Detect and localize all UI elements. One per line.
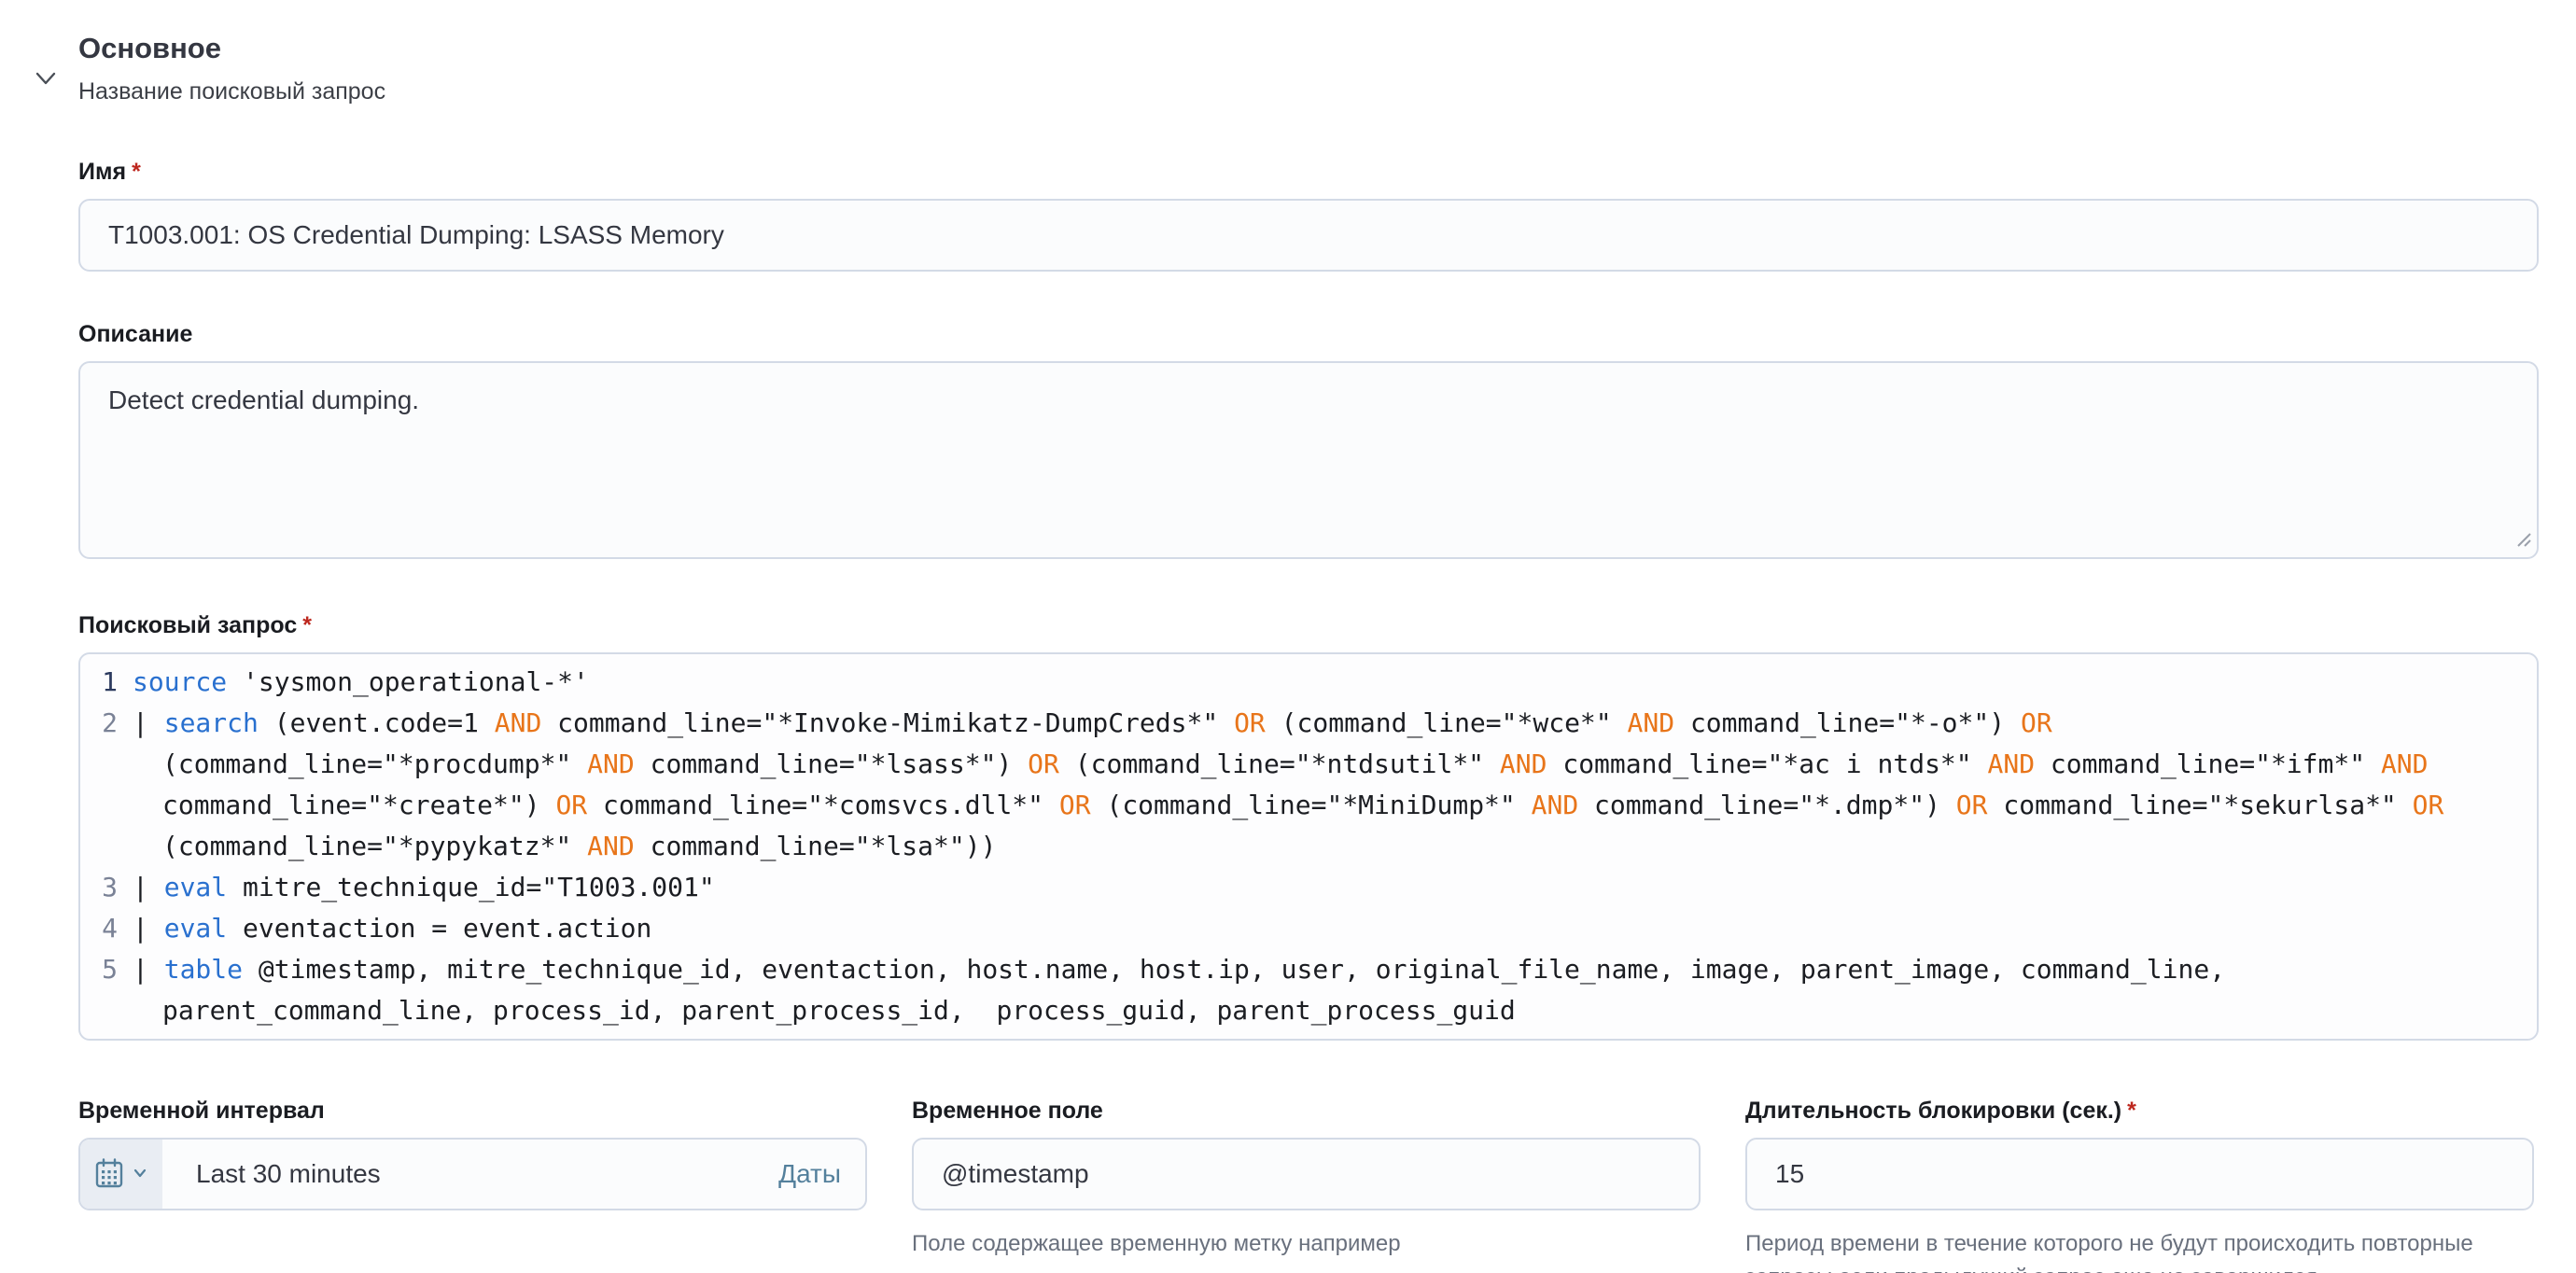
query-editor[interactable]: 1source 'sysmon_operational-*'2| search … bbox=[78, 652, 2539, 1041]
time-field-input[interactable] bbox=[912, 1138, 1701, 1210]
query-label: Поисковый запрос* bbox=[78, 611, 2539, 639]
query-editor-row: 2| search (event.code=1 AND command_line… bbox=[93, 703, 2524, 744]
query-editor-row: 3| eval mitre_technique_id="T1003.001" bbox=[93, 867, 2524, 908]
block-duration-input[interactable] bbox=[1745, 1138, 2534, 1210]
required-asterisk: * bbox=[2127, 1098, 2136, 1124]
section-title: Основное bbox=[78, 31, 2539, 66]
show-dates-button[interactable]: Даты bbox=[778, 1140, 865, 1209]
field-time-field: Временное поле Поле содержащее временную… bbox=[912, 1097, 1701, 1273]
block-duration-label: Длительность блокировки (сек.)* bbox=[1745, 1097, 2534, 1125]
description-textarea[interactable]: Detect credential dumping. bbox=[78, 361, 2539, 559]
field-query: Поисковый запрос* 1source 'sysmon_operat… bbox=[78, 611, 2539, 1041]
time-field-label: Временное поле bbox=[912, 1097, 1701, 1125]
calendar-icon bbox=[94, 1157, 124, 1192]
query-editor-row: 4| eval eventaction = event.action bbox=[93, 908, 2524, 949]
name-input[interactable] bbox=[78, 199, 2539, 272]
query-editor-row: 1source 'sysmon_operational-*' bbox=[93, 662, 2524, 703]
query-editor-row: (command_line="*pypykatz*" AND command_l… bbox=[93, 826, 2524, 867]
description-label: Описание bbox=[78, 320, 2539, 348]
required-asterisk: * bbox=[302, 612, 312, 638]
bottom-fields-row: Временной интервал bbox=[78, 1097, 2539, 1273]
query-editor-content: 1source 'sysmon_operational-*'2| search … bbox=[93, 662, 2524, 1031]
accordion-chevron-down-icon[interactable] bbox=[30, 63, 62, 94]
field-description: Описание Detect credential dumping. bbox=[78, 320, 2539, 559]
time-interval-label: Временной интервал bbox=[78, 1097, 867, 1125]
field-block-duration: Длительность блокировки (сек.)* Период в… bbox=[1745, 1097, 2534, 1273]
date-range-picker[interactable]: Last 30 minutes Даты bbox=[78, 1138, 867, 1210]
quick-select-button[interactable] bbox=[80, 1140, 162, 1209]
query-editor-row: command_line="*create*") OR command_line… bbox=[93, 785, 2524, 826]
query-editor-row: 5| table @timestamp, mitre_technique_id,… bbox=[93, 949, 2524, 990]
query-editor-row: parent_command_line, process_id, parent_… bbox=[93, 990, 2524, 1031]
block-duration-help: Период времени в течение которого не буд… bbox=[1745, 1227, 2483, 1273]
field-time-interval: Временной интервал bbox=[78, 1097, 867, 1273]
query-editor-row: (command_line="*procdump*" AND command_l… bbox=[93, 744, 2524, 785]
section-subtitle: Название поисковый запрос bbox=[78, 77, 2539, 105]
accordion-header: Основное Название поисковый запрос bbox=[78, 31, 2539, 105]
rule-form: Основное Название поисковый запрос Имя* … bbox=[0, 0, 2576, 1273]
time-field-help: Поле содержащее временную метку например bbox=[912, 1227, 1701, 1261]
name-label: Имя* bbox=[78, 158, 2539, 186]
chevron-down-icon bbox=[132, 1165, 148, 1184]
required-asterisk: * bbox=[132, 159, 141, 185]
field-name: Имя* bbox=[78, 158, 2539, 272]
time-interval-value[interactable]: Last 30 minutes bbox=[162, 1140, 778, 1209]
